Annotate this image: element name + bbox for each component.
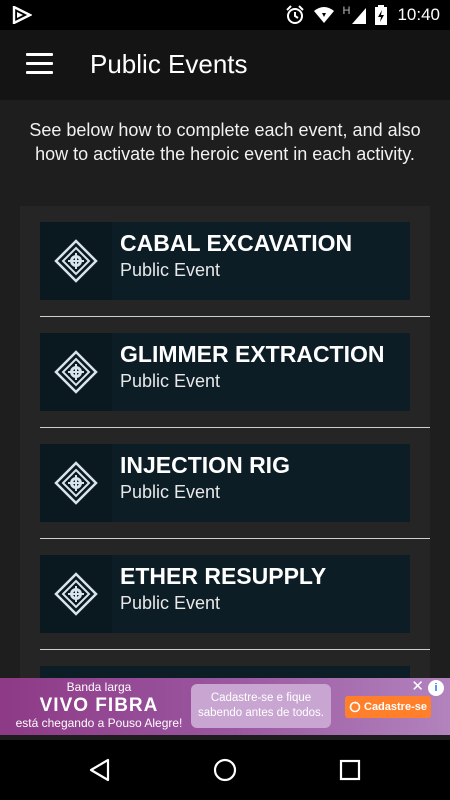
event-card-cabal-excavation[interactable]: CABAL EXCAVATION Public Event (40, 222, 410, 300)
intro-text: See below how to complete each event, an… (29, 120, 421, 164)
divider (40, 316, 430, 317)
public-event-icon (40, 333, 112, 411)
events-list[interactable]: CABAL EXCAVATION Public Event GLIMMER EX… (20, 206, 430, 678)
divider (40, 427, 430, 428)
event-subtitle: Public Event (120, 593, 221, 613)
public-event-icon (40, 222, 112, 300)
adchoices-icon[interactable]: i (428, 680, 444, 696)
public-event-icon (40, 444, 112, 522)
divider (40, 649, 430, 650)
ad-line1: Banda larga (66, 680, 132, 694)
event-name: CABAL EXCAVATION (120, 230, 353, 256)
event-subtitle: Public Event (120, 371, 221, 391)
event-card-glimmer-extraction[interactable]: GLIMMER EXTRACTION Public Event (40, 333, 410, 411)
navigation-bar (0, 740, 450, 800)
ad-line2: VIVO FIBRA (39, 695, 159, 716)
clock: 10:40 (397, 5, 440, 24)
wifi-icon (313, 7, 334, 23)
menu-icon[interactable] (26, 53, 53, 75)
status-bar: H 10:40 (0, 0, 450, 30)
ad-banner[interactable]: Banda larga VIVO FIBRA está chegando a P… (0, 678, 450, 735)
refresh-icon (349, 701, 361, 713)
ad-cta-button[interactable]: Cadastre-se (345, 696, 431, 718)
ad-brand: Banda larga VIVO FIBRA está chegando a P… (14, 680, 184, 731)
app-notification-icon (12, 6, 32, 24)
event-card-partial[interactable] (40, 666, 410, 678)
event-subtitle: Public Event (120, 482, 221, 502)
page-title: Public Events (90, 49, 248, 79)
event-name: INJECTION RIG (120, 452, 290, 478)
battery-charging-icon (375, 5, 388, 25)
ad-close-icon[interactable]: ✕ (411, 678, 424, 696)
alarm-icon (285, 5, 304, 24)
event-name: GLIMMER EXTRACTION (120, 341, 385, 367)
recents-icon[interactable] (336, 756, 364, 784)
divider (40, 538, 430, 539)
back-icon[interactable] (86, 756, 114, 784)
ad-bubble: Cadastre-se e fique sabendo antes de tod… (191, 684, 331, 728)
signal-icon (352, 8, 367, 24)
event-card-injection-rig[interactable]: INJECTION RIG Public Event (40, 444, 410, 522)
home-icon[interactable] (211, 756, 239, 784)
content-area[interactable]: See below how to complete each event, an… (0, 100, 450, 678)
ad-line3: está chegando a Pouso Alegre! (15, 716, 183, 730)
ad-cta-label: Cadastre-se (364, 701, 427, 713)
network-type-indicator: H (342, 5, 351, 17)
public-event-icon (40, 555, 112, 633)
app-bar: Public Events (0, 30, 450, 100)
event-card-ether-resupply[interactable]: ETHER RESUPPLY Public Event (40, 555, 410, 633)
event-subtitle: Public Event (120, 260, 221, 280)
event-name: ETHER RESUPPLY (120, 563, 327, 589)
